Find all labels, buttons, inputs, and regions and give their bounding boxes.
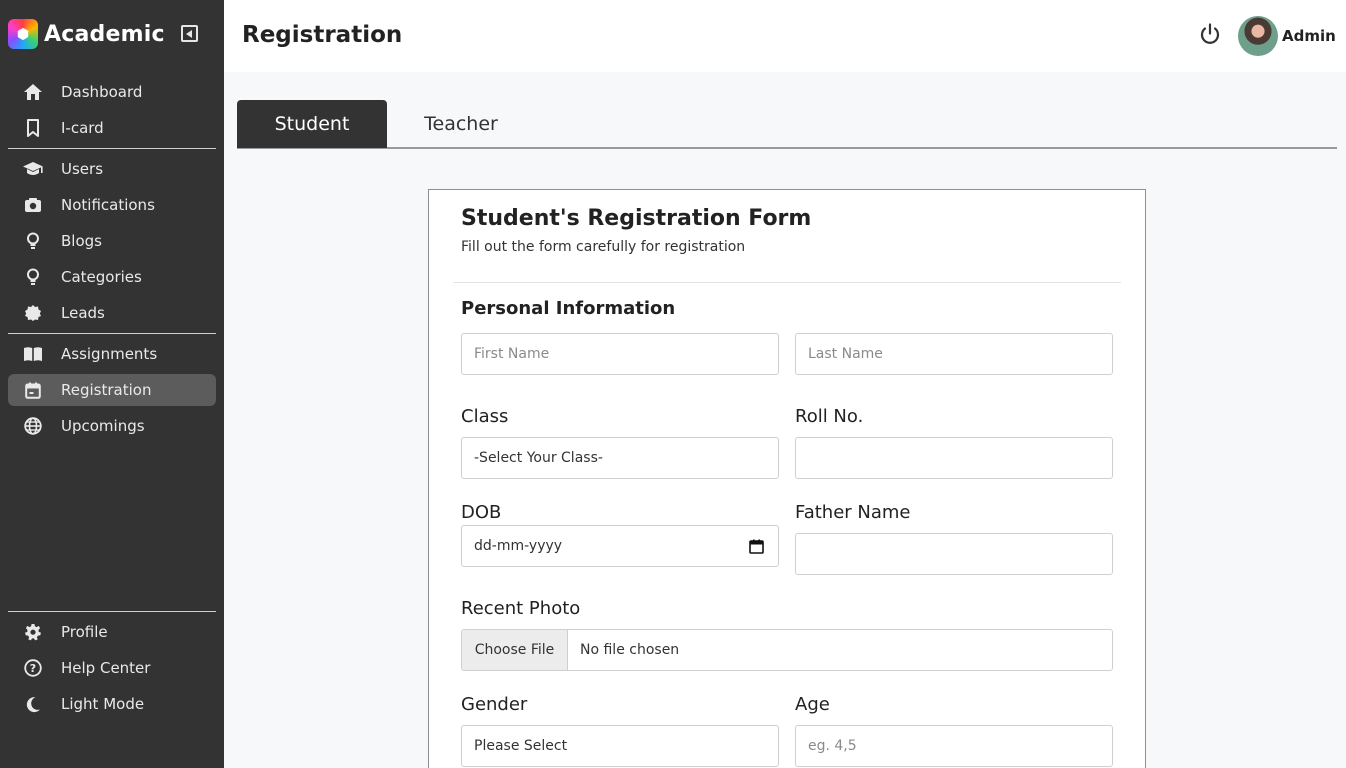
dob-label: DOB bbox=[461, 502, 502, 523]
tab-student[interactable]: Student bbox=[237, 100, 387, 148]
roll-no-label: Roll No. bbox=[795, 406, 864, 427]
father-name-label: Father Name bbox=[795, 502, 911, 523]
gender-select[interactable]: Please Select bbox=[461, 725, 779, 767]
recent-photo-file-input[interactable]: Choose File No file chosen bbox=[461, 629, 1113, 671]
sidebar-item-leads[interactable]: Leads bbox=[8, 297, 216, 329]
last-name-input[interactable]: Last Name bbox=[795, 333, 1113, 375]
brand-name: Academic bbox=[44, 21, 165, 47]
sidebar-item-label: Profile bbox=[61, 623, 108, 641]
sidebar-item-profile[interactable]: Profile bbox=[8, 616, 216, 648]
dob-input[interactable]: dd-mm-yyyy bbox=[461, 525, 779, 567]
user-name[interactable]: Admin bbox=[1282, 27, 1336, 45]
camera-icon bbox=[22, 197, 44, 213]
class-label: Class bbox=[461, 406, 509, 427]
sidebar-item-assignments[interactable]: Assignments bbox=[8, 338, 216, 370]
sidebar-item-dashboard[interactable]: Dashboard bbox=[8, 76, 216, 108]
avatar[interactable] bbox=[1238, 16, 1278, 56]
sidebar-item-label: I-card bbox=[61, 119, 104, 137]
sidebar-item-label: Help Center bbox=[61, 659, 151, 677]
dob-value: dd-mm-yyyy bbox=[474, 538, 563, 554]
sidebar-item-label: Categories bbox=[61, 268, 142, 286]
form-divider bbox=[453, 282, 1121, 283]
graduation-cap-icon bbox=[22, 161, 44, 177]
power-icon[interactable] bbox=[1198, 22, 1222, 46]
calendar-icon bbox=[22, 382, 44, 399]
class-select[interactable]: -Select Your Class- bbox=[461, 437, 779, 479]
lightbulb-icon bbox=[22, 268, 44, 286]
sidebar-item-users[interactable]: Users bbox=[8, 153, 216, 185]
tab-teacher[interactable]: Teacher bbox=[387, 100, 535, 148]
sidebar-item-label: Notifications bbox=[61, 196, 155, 214]
sidebar-item-blogs[interactable]: Blogs bbox=[8, 225, 216, 257]
sidebar-item-notifications[interactable]: Notifications bbox=[8, 189, 216, 221]
form-title: Student's Registration Form bbox=[461, 206, 812, 231]
sidebar: Academic Dashboard I-card Users Notifica… bbox=[0, 0, 224, 768]
recent-photo-label: Recent Photo bbox=[461, 598, 581, 619]
sidebar-item-registration[interactable]: Registration bbox=[8, 374, 216, 406]
lightbulb-icon bbox=[22, 232, 44, 250]
svg-text:?: ? bbox=[30, 662, 36, 675]
roll-no-input[interactable] bbox=[795, 437, 1113, 479]
sidebar-item-label: Upcomings bbox=[61, 417, 145, 435]
globe-icon bbox=[22, 417, 44, 435]
top-header: Registration Admin bbox=[224, 0, 1346, 72]
sidebar-item-label: Light Mode bbox=[61, 695, 145, 713]
gear-icon bbox=[22, 623, 44, 641]
file-status: No file chosen bbox=[580, 642, 680, 658]
collapse-sidebar-icon[interactable] bbox=[181, 25, 198, 42]
badge-icon bbox=[22, 304, 44, 322]
brand[interactable]: Academic bbox=[8, 18, 165, 50]
sidebar-item-categories[interactable]: Categories bbox=[8, 261, 216, 293]
student-registration-form: Student's Registration Form Fill out the… bbox=[428, 189, 1146, 768]
sidebar-item-label: Assignments bbox=[61, 345, 158, 363]
sidebar-item-label: Registration bbox=[61, 381, 152, 399]
calendar-icon[interactable] bbox=[749, 539, 764, 554]
sidebar-divider bbox=[8, 611, 216, 612]
sidebar-item-light-mode[interactable]: Light Mode bbox=[8, 688, 216, 720]
home-icon bbox=[22, 83, 44, 101]
section-personal-information: Personal Information bbox=[461, 298, 676, 319]
sidebar-item-label: Users bbox=[61, 160, 104, 178]
age-input[interactable]: eg. 4,5 bbox=[795, 725, 1113, 767]
moon-icon bbox=[22, 696, 44, 713]
form-subtitle: Fill out the form carefully for registra… bbox=[461, 239, 746, 255]
age-label: Age bbox=[795, 694, 830, 715]
help-icon: ? bbox=[22, 659, 44, 677]
sidebar-item-icard[interactable]: I-card bbox=[8, 112, 216, 144]
book-open-icon bbox=[22, 346, 44, 362]
father-name-input[interactable] bbox=[795, 533, 1113, 575]
academic-logo-icon bbox=[8, 19, 38, 49]
bookmark-icon bbox=[22, 119, 44, 137]
sidebar-item-upcomings[interactable]: Upcomings bbox=[8, 410, 216, 442]
choose-file-button[interactable]: Choose File bbox=[462, 630, 568, 670]
first-name-input[interactable]: First Name bbox=[461, 333, 779, 375]
registration-tabs: Student Teacher bbox=[237, 100, 1337, 149]
page-title: Registration bbox=[242, 22, 403, 48]
sidebar-divider bbox=[8, 333, 216, 334]
sidebar-item-label: Dashboard bbox=[61, 83, 143, 101]
gender-label: Gender bbox=[461, 694, 528, 715]
sidebar-divider bbox=[8, 148, 216, 149]
sidebar-item-label: Blogs bbox=[61, 232, 102, 250]
sidebar-item-help-center[interactable]: ? Help Center bbox=[8, 652, 216, 684]
sidebar-item-label: Leads bbox=[61, 304, 105, 322]
